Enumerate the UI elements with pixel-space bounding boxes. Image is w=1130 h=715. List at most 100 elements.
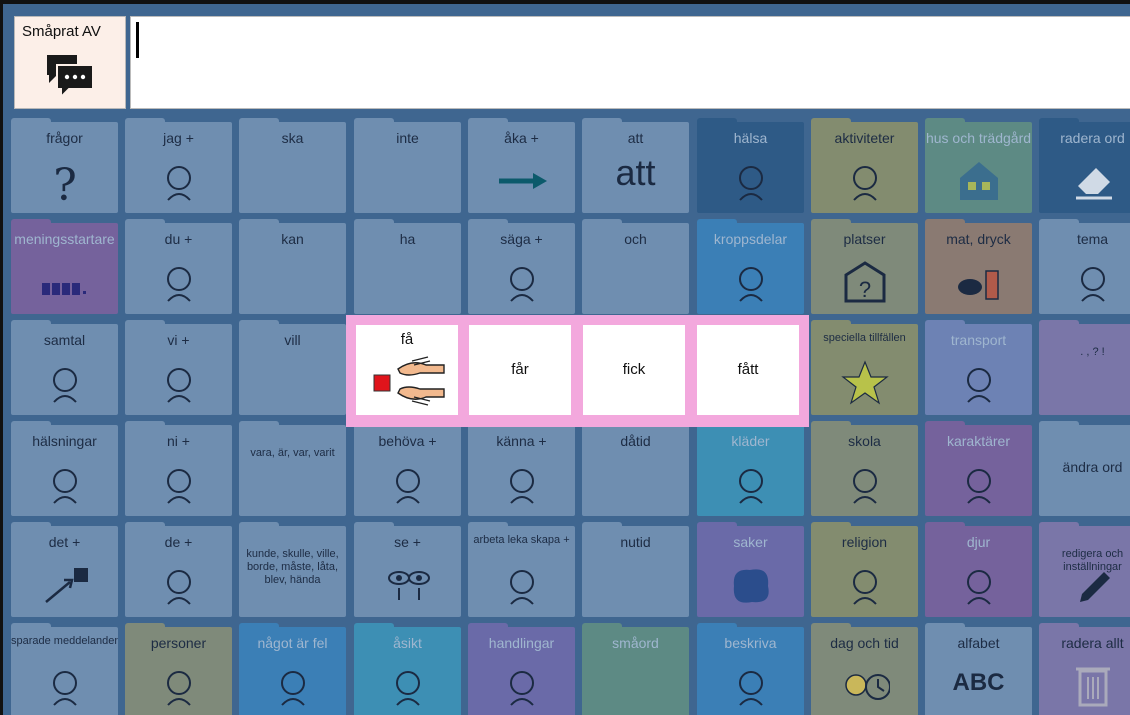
cell-label: . , ? ! — [1080, 346, 1105, 358]
grid-cell[interactable]: ni + — [125, 421, 232, 516]
house-icon — [959, 162, 998, 200]
grid-cell[interactable]: transport — [925, 320, 1032, 415]
word-form-fa[interactable]: få — [356, 325, 458, 415]
grid-cell[interactable]: säga + — [468, 219, 575, 314]
grid-cell[interactable]: radera ord — [1039, 118, 1130, 213]
grid-cell[interactable]: ändra ord — [1039, 421, 1130, 516]
grid-cell[interactable]: se + — [354, 522, 461, 617]
grid-cell[interactable]: kroppsdelar — [697, 219, 804, 314]
grid-cell[interactable]: redigera och inställningar — [1039, 522, 1130, 617]
cell-label: beskriva — [724, 635, 777, 651]
grid-cell[interactable]: alfabet ABC — [925, 623, 1032, 715]
grid-cell[interactable]: karaktärer — [925, 421, 1032, 516]
grid-cell[interactable]: känna + — [468, 421, 575, 516]
grid-cell[interactable]: arbeta leka skapa + — [468, 522, 575, 617]
cell-label: aktiviteter — [834, 130, 895, 146]
grid-cell[interactable]: du + — [125, 219, 232, 314]
grid-cell[interactable]: något är fel — [239, 623, 346, 715]
grid-cell[interactable]: frågor? — [11, 118, 118, 213]
grid-cell[interactable]: kläder — [697, 421, 804, 516]
word-form-fatt[interactable]: fått — [697, 325, 799, 415]
grid-cell[interactable]: kunde, skulle, ville, borde, måste, låta… — [239, 522, 346, 617]
word-form-fick[interactable]: fick — [583, 325, 685, 415]
grid-cell[interactable]: jag + — [125, 118, 232, 213]
grid-cell[interactable]: åsikt — [354, 623, 461, 715]
grid-cell[interactable]: behöva + — [354, 421, 461, 516]
need-hand-icon — [395, 469, 420, 504]
talking-head-icon — [52, 368, 77, 403]
grid-cell[interactable]: personer — [125, 623, 232, 715]
grid-cell[interactable]: hus och trädgård — [925, 118, 1032, 213]
actions-icon — [509, 671, 534, 706]
grid-cell[interactable]: hälsningar — [11, 421, 118, 516]
feeling-faces-icon — [509, 469, 534, 504]
grid-cell[interactable]: . , ? ! — [1039, 320, 1130, 415]
cell-label: personer — [150, 635, 207, 651]
cell-label: dag och tid — [830, 635, 899, 651]
grid-cell[interactable]: åka + — [468, 118, 575, 213]
working-hand-icon — [509, 570, 534, 605]
cell-label: skola — [848, 433, 881, 449]
grid-cell[interactable]: radera allt — [1039, 623, 1130, 715]
food-drink-icon — [957, 270, 999, 300]
cell-label: kan — [281, 231, 304, 247]
grid-cell[interactable]: platser? — [811, 219, 918, 314]
message-text-area[interactable] — [130, 16, 1130, 109]
cell-label: radera ord — [1060, 130, 1125, 146]
greeting-person-icon — [52, 469, 77, 504]
word-form-far[interactable]: får — [469, 325, 571, 415]
grid-cell[interactable]: religion — [811, 522, 918, 617]
grid-cell[interactable]: sparade meddelanden — [11, 623, 118, 715]
grid-cell[interactable]: tema — [1039, 219, 1130, 314]
grid-cell[interactable]: beskriva — [697, 623, 804, 715]
cell-label: åsikt — [393, 635, 422, 651]
grid-cell[interactable]: saker — [697, 522, 804, 617]
grid-cell[interactable]: dag och tid — [811, 623, 918, 715]
grid-cell[interactable]: skola — [811, 421, 918, 516]
cell-label: ska — [281, 130, 304, 146]
cell-label: hälsningar — [32, 433, 97, 449]
grid-cell[interactable]: att att — [582, 118, 689, 213]
grid-cell[interactable]: vill — [239, 320, 346, 415]
blob-icon — [733, 569, 769, 603]
activities-icon — [852, 166, 877, 201]
grid-cell[interactable]: nutid — [582, 522, 689, 617]
aac-board: Småprat AV frågor? jag + ska inte åka + att at… — [0, 0, 1130, 715]
question-mark-icon: ? — [53, 160, 77, 206]
svg-text:?: ? — [858, 277, 870, 302]
cell-symbol-text: ABC — [952, 669, 1005, 696]
grid-cell[interactable]: inte — [354, 118, 461, 213]
grid-cell[interactable]: aktiviteter — [811, 118, 918, 213]
arrow-to-square-icon — [44, 568, 88, 603]
cell-label: känna + — [496, 433, 547, 449]
cell-label: sparade meddelanden — [11, 635, 118, 647]
cell-label: de + — [164, 534, 193, 550]
grid-cell[interactable]: hälsa — [697, 118, 804, 213]
cell-label: handlingar — [488, 635, 555, 651]
grid-cell[interactable]: det + — [11, 522, 118, 617]
chat-toggle-button[interactable]: Småprat AV — [14, 16, 126, 109]
eraser-icon — [1075, 168, 1112, 200]
grid-cell[interactable]: kan — [239, 219, 346, 314]
grid-cell[interactable]: vi + — [125, 320, 232, 415]
grid-cell[interactable]: de + — [125, 522, 232, 617]
grid-cell[interactable]: meningsstartare — [11, 219, 118, 314]
grid-cell[interactable]: ska — [239, 118, 346, 213]
grid-cell[interactable]: småord — [582, 623, 689, 715]
grid-cell[interactable]: mat, dryck — [925, 219, 1032, 314]
grid-cell[interactable]: djur — [925, 522, 1032, 617]
cell-label: åka + — [504, 130, 539, 146]
grid-cell[interactable]: och — [582, 219, 689, 314]
grid-cell[interactable]: speciella tillfällen — [811, 320, 918, 415]
cell-label: samtal — [43, 332, 86, 348]
cell-label: nutid — [620, 534, 651, 550]
cell-label: alfabet — [957, 635, 1000, 651]
grid-cell[interactable]: ha — [354, 219, 461, 314]
grid-cell[interactable]: samtal — [11, 320, 118, 415]
grid-cell[interactable]: vara, är, var, varit — [239, 421, 346, 516]
cell-label: radera allt — [1061, 635, 1124, 651]
grid-cell[interactable]: dåtid — [582, 421, 689, 516]
word-form-label: få — [400, 331, 414, 348]
describe-icon — [738, 671, 763, 706]
grid-cell[interactable]: handlingar — [468, 623, 575, 715]
